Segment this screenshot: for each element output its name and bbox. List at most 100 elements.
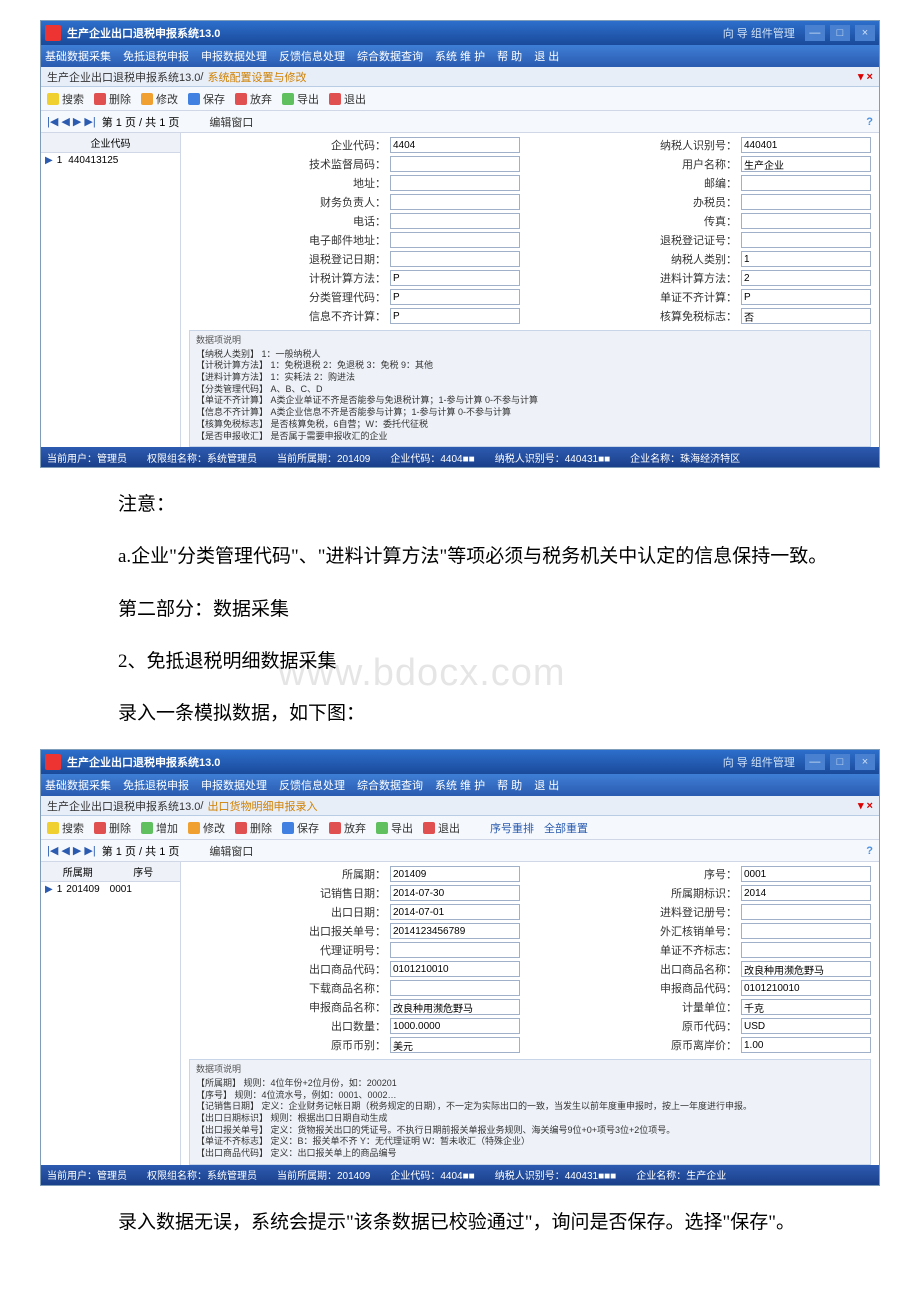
- min-button[interactable]: —: [805, 25, 825, 41]
- field-input[interactable]: [390, 999, 520, 1015]
- field-input[interactable]: [741, 942, 871, 958]
- form-field: 技术监督局码：: [189, 156, 520, 172]
- field-input[interactable]: [390, 213, 520, 229]
- delete2-button[interactable]: 删除: [235, 820, 272, 836]
- field-input[interactable]: [390, 885, 520, 901]
- search-button[interactable]: 搜索: [47, 820, 84, 836]
- export-button[interactable]: 导出: [376, 820, 413, 836]
- menu-item[interactable]: 基础数据采集: [45, 48, 111, 64]
- table-row[interactable]: ▶ 1 440413125: [41, 153, 180, 168]
- field-input[interactable]: [741, 289, 871, 305]
- search-icon: [47, 93, 59, 105]
- field-input[interactable]: [741, 961, 871, 977]
- note-line: 【记销售日期】 定义：企业财务记帐日期（税务规定的日期），不一定为实际出口的一致…: [196, 1101, 864, 1113]
- pager-first-icon[interactable]: |◀ ◀ ▶ ▶|: [47, 115, 96, 128]
- save-button[interactable]: 保存: [188, 91, 225, 107]
- field-input[interactable]: [741, 232, 871, 248]
- quit-button[interactable]: 退出: [423, 820, 460, 836]
- delete-button[interactable]: 删除: [94, 820, 131, 836]
- field-input[interactable]: [741, 137, 871, 153]
- pager-nav-icons[interactable]: |◀ ◀ ▶ ▶|: [47, 844, 96, 857]
- help-icon[interactable]: ?: [866, 116, 873, 128]
- table-row[interactable]: ▶ 1 201409 0001: [41, 882, 180, 897]
- add-button[interactable]: 增加: [141, 820, 178, 836]
- menu-item[interactable]: 基础数据采集: [45, 777, 111, 793]
- menu-item[interactable]: 申报数据处理: [201, 777, 267, 793]
- field-label: 出口商品代码：: [309, 961, 386, 977]
- menu-item[interactable]: 退 出: [534, 777, 559, 793]
- field-input[interactable]: [390, 194, 520, 210]
- save-icon: [282, 822, 294, 834]
- abort-button[interactable]: 放弃: [235, 91, 272, 107]
- abort-button[interactable]: 放弃: [329, 820, 366, 836]
- field-input[interactable]: [741, 194, 871, 210]
- left-table: 所属期 序号 ▶ 1 201409 0001: [41, 862, 181, 1165]
- menu-item[interactable]: 免抵退税申报: [123, 777, 189, 793]
- note-line: 【所属期】 规则：4位年份+2位月份，如：200201: [196, 1078, 864, 1090]
- title-right[interactable]: 向 导 组件管理: [723, 25, 795, 41]
- menu-item[interactable]: 帮 助: [497, 48, 522, 64]
- field-input[interactable]: [741, 213, 871, 229]
- help-icon[interactable]: ?: [866, 845, 873, 857]
- tab-close-icon[interactable]: ▾ ×: [858, 70, 873, 83]
- field-input[interactable]: [390, 251, 520, 267]
- field-input[interactable]: [390, 942, 520, 958]
- field-input[interactable]: [390, 866, 520, 882]
- field-input[interactable]: [390, 1018, 520, 1034]
- menu-item[interactable]: 反馈信息处理: [279, 48, 345, 64]
- menu-item[interactable]: 系统 维 护: [435, 48, 485, 64]
- quit-button[interactable]: 退出: [329, 91, 366, 107]
- resetall-button[interactable]: 全部重置: [544, 820, 588, 836]
- modify-button[interactable]: 修改: [141, 91, 178, 107]
- save-button[interactable]: 保存: [282, 820, 319, 836]
- field-input[interactable]: [390, 137, 520, 153]
- crumb-root[interactable]: 生产企业出口退税申报系统13.0: [47, 798, 200, 814]
- max-button[interactable]: □: [830, 754, 850, 770]
- field-input[interactable]: [741, 980, 871, 996]
- field-input[interactable]: [390, 270, 520, 286]
- close-button[interactable]: ×: [855, 754, 875, 770]
- menu-item[interactable]: 免抵退税申报: [123, 48, 189, 64]
- title-right[interactable]: 向 导 组件管理: [723, 754, 795, 770]
- max-button[interactable]: □: [830, 25, 850, 41]
- export-button[interactable]: 导出: [282, 91, 319, 107]
- resort-button[interactable]: 序号重排: [490, 820, 534, 836]
- field-input[interactable]: [741, 885, 871, 901]
- search-button[interactable]: 搜索: [47, 91, 84, 107]
- tab-close-icon[interactable]: ▾ ×: [858, 799, 873, 812]
- field-input[interactable]: [390, 289, 520, 305]
- menu-item[interactable]: 反馈信息处理: [279, 777, 345, 793]
- field-input[interactable]: [741, 175, 871, 191]
- field-input[interactable]: [741, 156, 871, 172]
- menu-item[interactable]: 帮 助: [497, 777, 522, 793]
- field-input[interactable]: [390, 175, 520, 191]
- menu-item[interactable]: 综合数据查询: [357, 48, 423, 64]
- field-input[interactable]: [741, 999, 871, 1015]
- field-input[interactable]: [741, 251, 871, 267]
- field-input[interactable]: [390, 156, 520, 172]
- field-input[interactable]: [390, 232, 520, 248]
- delete-button[interactable]: 删除: [94, 91, 131, 107]
- field-input[interactable]: [741, 866, 871, 882]
- field-input[interactable]: [390, 980, 520, 996]
- field-input[interactable]: [390, 923, 520, 939]
- crumb-root[interactable]: 生产企业出口退税申报系统13.0: [47, 69, 200, 85]
- close-button[interactable]: ×: [855, 25, 875, 41]
- field-input[interactable]: [741, 923, 871, 939]
- field-input[interactable]: [741, 308, 871, 324]
- menu-item[interactable]: 系统 维 护: [435, 777, 485, 793]
- min-button[interactable]: —: [805, 754, 825, 770]
- field-input[interactable]: [390, 904, 520, 920]
- menu-item[interactable]: 综合数据查询: [357, 777, 423, 793]
- field-input[interactable]: [390, 308, 520, 324]
- field-input[interactable]: [741, 904, 871, 920]
- menu-item[interactable]: 退 出: [534, 48, 559, 64]
- menu-item[interactable]: 申报数据处理: [201, 48, 267, 64]
- modify-button[interactable]: 修改: [188, 820, 225, 836]
- field-label: 财务负责人：: [320, 194, 386, 210]
- field-input[interactable]: [741, 270, 871, 286]
- field-input[interactable]: [390, 961, 520, 977]
- field-input[interactable]: [390, 1037, 520, 1053]
- field-input[interactable]: [741, 1018, 871, 1034]
- field-input[interactable]: [741, 1037, 871, 1053]
